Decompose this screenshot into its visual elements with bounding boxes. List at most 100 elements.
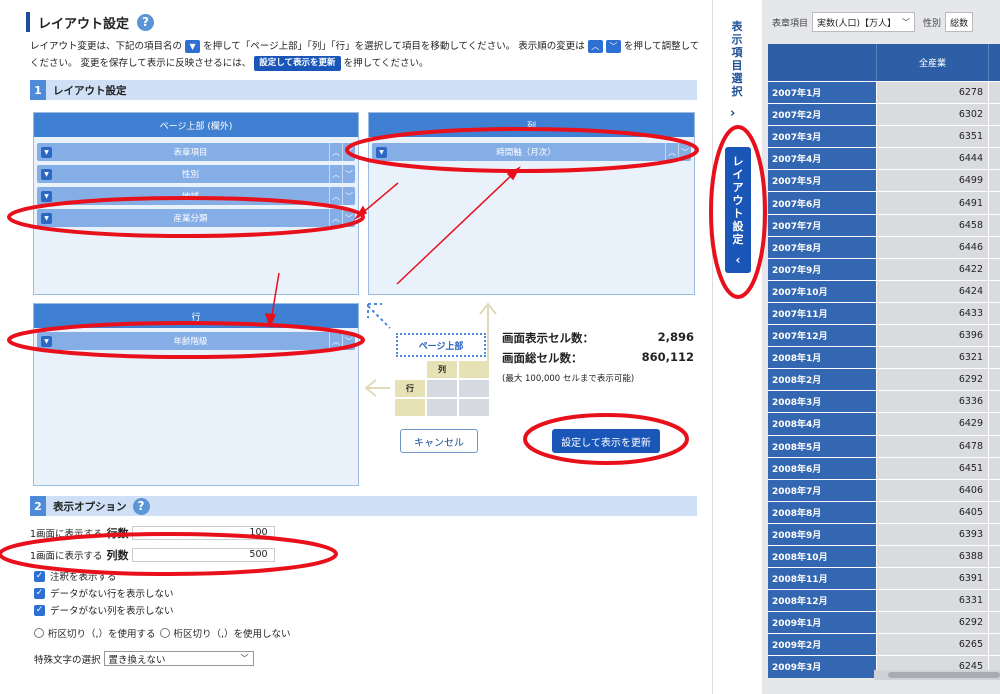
cell-value: 6424 — [876, 280, 988, 302]
row-box[interactable]: 行 ▼ 年齢階級 ︿ ﹀ — [33, 303, 359, 486]
cell-next — [988, 545, 1000, 568]
checkbox-checked-icon[interactable]: ✓ — [34, 604, 45, 616]
diagram-cell — [395, 361, 425, 378]
row-header: 2009年3月 — [768, 656, 876, 678]
checkbox-checked-icon[interactable]: ✓ — [34, 587, 45, 599]
column-box[interactable]: 列 ▼ 時間軸（月次） ︿ ﹀ — [368, 112, 695, 295]
table-row: 2008年10月 6388 — [768, 544, 1000, 568]
cell-value: 6491 — [876, 192, 988, 214]
move-down-icon[interactable]: ﹀ — [342, 209, 355, 227]
dropdown-icon[interactable]: ▼ — [41, 190, 52, 202]
dropdown-icon[interactable]: ▼ — [41, 146, 52, 158]
dropdown-icon[interactable]: ▼ — [41, 168, 52, 180]
column-header[interactable]: 全産業 — [876, 44, 988, 81]
move-down-icon[interactable]: ﹀ — [342, 187, 355, 205]
cell-next — [988, 280, 1000, 302]
hide-empty-cols-option[interactable]: ✓ データがない列を表示しない — [34, 603, 174, 617]
cell-next — [988, 170, 1000, 192]
data-table-panel: 表章項目 実数(人口)【万人】 ﹀ 性別 総数 全産業 2007年1月 6278 2… — [762, 0, 1000, 694]
tab-item-select[interactable]: 表示項目選択 — [729, 20, 745, 98]
move-up-icon[interactable]: ︿ — [329, 165, 342, 183]
cell-value: 6396 — [876, 325, 988, 347]
tab-layout-settings[interactable]: レイアウト設定 ‹ — [725, 147, 751, 273]
table-row: 2008年4月 6429 — [768, 412, 1000, 435]
move-up-icon[interactable]: ︿ — [329, 143, 342, 161]
side-tab-column: 表示項目選択 › レイアウト設定 ‹ — [712, 0, 762, 694]
chevron-right-icon[interactable]: › — [730, 106, 735, 121]
radio-no-separator[interactable] — [159, 628, 170, 638]
move-down-icon[interactable]: ﹀ — [342, 143, 355, 161]
cancel-button[interactable]: キャンセル — [400, 429, 478, 453]
checkbox-checked-icon[interactable]: ✓ — [34, 570, 45, 582]
table-row: 2007年11月 6433 — [768, 301, 1000, 325]
cell-next — [988, 236, 1000, 258]
dropdown-icon[interactable]: ▼ — [41, 335, 52, 347]
cell-value: 6433 — [876, 302, 988, 325]
help-icon[interactable]: ? — [132, 497, 150, 515]
move-down-icon[interactable]: ﹀ — [342, 165, 355, 183]
diagram-cell — [427, 380, 457, 397]
horizontal-scrollbar[interactable] — [874, 670, 1000, 680]
move-down-icon[interactable]: ﹀ — [678, 143, 691, 161]
chevron-left-icon[interactable]: ‹ — [725, 253, 751, 267]
move-down-icon[interactable]: ﹀ — [342, 332, 355, 350]
diagram-cell — [427, 399, 457, 416]
table-row: 2007年12月 6396 — [768, 324, 1000, 347]
table-row: 2007年7月 6458 — [768, 213, 1000, 236]
table-row: 2007年9月 6422 — [768, 257, 1000, 280]
dropdown-icon[interactable]: ▼ — [376, 146, 387, 158]
instructions-text-4: を押してください。 — [343, 58, 429, 69]
filter-bar: 表章項目 実数(人口)【万人】 ﹀ 性別 総数 — [768, 10, 974, 34]
item-time-axis[interactable]: ▼ 時間軸（月次） ︿ ﹀ — [372, 143, 691, 161]
item-age-group[interactable]: ▼ 年齢階級 ︿ ﹀ — [37, 332, 355, 350]
cols-label: 列数 — [106, 549, 129, 562]
item-label: 時間軸（月次） — [496, 148, 556, 158]
row-header: 2009年1月 — [768, 612, 876, 634]
item-industry[interactable]: ▼ 産業分類 ︿ ﹀ — [37, 209, 355, 227]
cell-value: 6278 — [876, 82, 988, 104]
row-header: 2008年2月 — [768, 369, 876, 391]
table-header: 全産業 — [768, 44, 1000, 81]
cell-next — [988, 391, 1000, 413]
filter-item-select[interactable]: 実数(人口)【万人】 ﹀ — [812, 12, 916, 32]
help-icon[interactable]: ? — [137, 13, 155, 31]
rows-per-page-input[interactable]: 100 — [131, 526, 275, 540]
move-up-icon[interactable]: ︿ — [329, 187, 342, 205]
filter-gender-select[interactable]: 総数 — [945, 12, 974, 32]
show-notes-option[interactable]: ✓ 注釈を表示する — [34, 569, 117, 583]
cell-next — [988, 325, 1000, 347]
special-char-select[interactable]: 置き換えない ﹀ — [103, 651, 254, 666]
table-row: 2008年12月 6331 — [768, 589, 1000, 612]
cell-next — [988, 104, 1000, 126]
display-cells-label: 画面表示セル数： — [502, 331, 594, 345]
hide-empty-rows-option[interactable]: ✓ データがない行を表示しない — [34, 586, 174, 600]
cell-value: 6321 — [876, 347, 988, 369]
diagram-cell — [459, 399, 489, 416]
row-header: 2009年2月 — [768, 634, 876, 656]
move-up-icon[interactable]: ︿ — [329, 209, 342, 227]
cols-per-page-input[interactable]: 500 — [131, 548, 275, 562]
scrollbar-thumb[interactable] — [888, 672, 1000, 678]
item-label: 性別 — [181, 170, 199, 180]
table-row: 2008年8月 6405 — [768, 500, 1000, 523]
hide-empty-cols-label: データがない列を表示しない — [50, 606, 174, 617]
item-gender[interactable]: ▼ 性別 ︿ ﹀ — [37, 165, 355, 183]
page-top-box[interactable]: ページ上部 (欄外) ▼ 表章項目 ︿ ﹀ ▼ 性別 ︿ ﹀ ▼ 地域 ︿ ﹀ … — [33, 112, 359, 295]
radio-use-separator[interactable] — [34, 628, 44, 638]
row-header: 2008年8月 — [768, 501, 876, 523]
cell-next — [988, 590, 1000, 612]
tab-layout-label: レイアウト設定 — [732, 155, 744, 246]
dropdown-icon[interactable]: ▼ — [41, 212, 52, 224]
cell-next — [988, 479, 1000, 501]
instructions-text-2: を押して「ページ上部」「列」「行」を選択して項目を移動してください。 表示順の変… — [203, 41, 585, 52]
cell-next — [988, 258, 1000, 280]
item-region[interactable]: ▼ 地域 ︿ ﹀ — [37, 187, 355, 205]
cell-next — [988, 413, 1000, 435]
move-up-icon[interactable]: ︿ — [329, 332, 342, 350]
table-row: 2007年4月 6444 — [768, 147, 1000, 170]
move-up-icon[interactable]: ︿ — [665, 143, 678, 161]
cell-value: 6429 — [876, 413, 988, 435]
section-number: 2 — [30, 496, 46, 516]
item-table-item[interactable]: ▼ 表章項目 ︿ ﹀ — [37, 143, 355, 161]
update-display-button[interactable]: 設定して表示を更新 — [552, 429, 660, 453]
